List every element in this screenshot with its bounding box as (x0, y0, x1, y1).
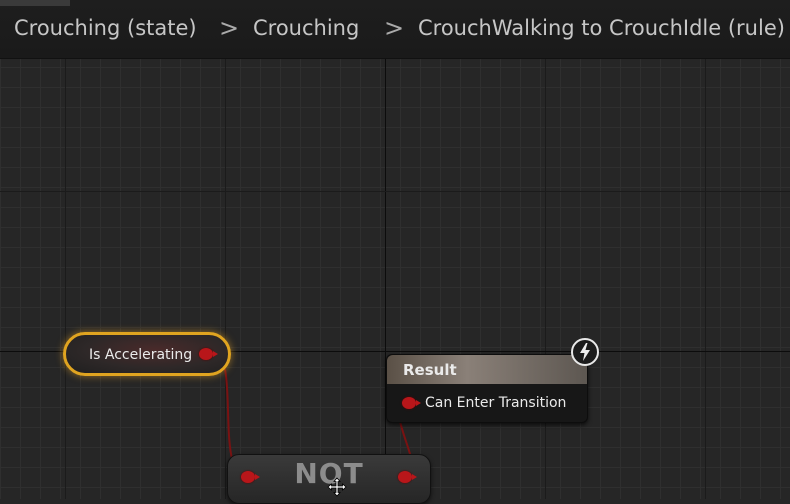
result-node-header: Result (387, 355, 587, 384)
lightning-bolt-icon (571, 338, 599, 366)
input-pin[interactable] (402, 397, 421, 409)
is-accelerating-node[interactable]: Is Accelerating (63, 332, 231, 376)
breadcrumb-item-crouching[interactable]: Crouching (253, 16, 359, 40)
input-pin[interactable] (241, 471, 260, 483)
output-pin[interactable] (398, 471, 417, 483)
chevron-right-icon: > (384, 14, 405, 42)
move-cursor-icon (327, 477, 347, 497)
output-pin[interactable] (199, 348, 218, 360)
tab-strip (0, 0, 70, 6)
chevron-right-icon: > (219, 14, 240, 42)
breadcrumb: Crouching (state) > Crouching > CrouchWa… (0, 0, 790, 59)
breadcrumb-item-transition-rule[interactable]: CrouchWalking to CrouchIdle (rule) (418, 16, 785, 40)
breadcrumb-item-crouching-state[interactable]: Crouching (state) (14, 16, 197, 40)
wires-layer (213, 353, 414, 477)
result-node[interactable]: Result Can Enter Transition (386, 354, 588, 423)
pin-label: Can Enter Transition (425, 395, 567, 411)
node-title: Result (403, 361, 457, 379)
node-label: Is Accelerating (89, 347, 193, 363)
